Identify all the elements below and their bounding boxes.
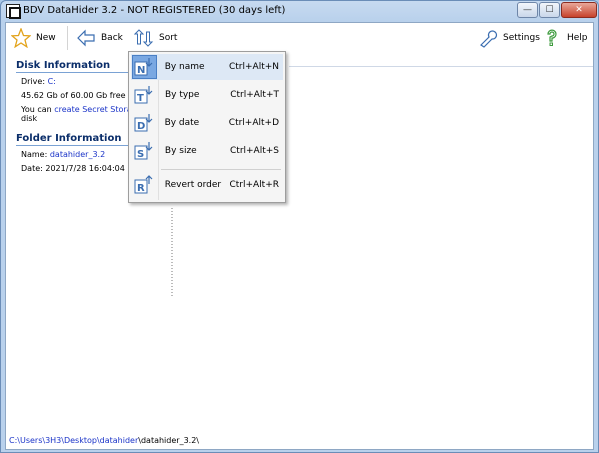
title-bar[interactable]: BDV DataHider 3.2 - NOT REGISTERED (30 d… <box>1 1 598 21</box>
sort-by-type-icon: T <box>132 83 157 107</box>
sort-menu: N By name Ctrl+Alt+N T By type Ctrl+Alt+… <box>128 51 286 203</box>
window-title: BDV DataHider 3.2 - NOT REGISTERED (30 d… <box>23 5 286 16</box>
menu-item-by-size[interactable]: S By size Ctrl+Alt+S <box>131 138 283 164</box>
settings-label: Settings <box>503 33 540 43</box>
svg-text:S: S <box>137 149 144 160</box>
app-logo-icon <box>6 4 21 19</box>
folder-name-link[interactable]: datahider_3.2 <box>50 150 105 159</box>
sort-by-name-icon: N <box>132 55 157 79</box>
toolbar-separator <box>67 26 68 50</box>
back-label: Back <box>101 33 123 43</box>
create-storage-row: You can create Secret Storage <box>21 105 142 114</box>
sort-by-date-icon: D <box>132 111 157 135</box>
svg-text:T: T <box>137 93 144 104</box>
back-button[interactable]: Back <box>76 26 123 50</box>
menu-label-by-type: By type <box>164 90 200 100</box>
sort-button[interactable]: Sort <box>134 26 177 50</box>
menu-shortcut-by-type: Ctrl+Alt+T <box>230 90 279 100</box>
help-button[interactable]: Help <box>542 26 588 50</box>
menu-shortcut-by-name: Ctrl+Alt+N <box>228 62 279 72</box>
help-label: Help <box>567 33 588 43</box>
folder-info-title: Folder Information <box>16 133 122 144</box>
menu-label-by-date: By date <box>164 118 200 128</box>
drive-link[interactable]: C: <box>48 77 56 86</box>
sort-by-size-icon: S <box>132 139 157 163</box>
folder-date-text: Date: 2021/7/28 16:04:04 <box>21 164 125 173</box>
menu-label-by-name: By name <box>164 62 205 72</box>
menu-label-by-size: By size <box>164 146 197 156</box>
status-path-tail: \datahider_3.2\ <box>138 436 199 445</box>
drive-row: Drive: C: <box>21 77 56 86</box>
status-path-link[interactable]: C:\Users\3H3\Desktop\datahider <box>9 436 138 445</box>
sort-icon <box>134 29 154 47</box>
menu-item-by-date[interactable]: D By date Ctrl+Alt+D <box>131 110 283 136</box>
create-storage-suffix: disk <box>21 114 38 123</box>
menu-item-by-type[interactable]: T By type Ctrl+Alt+T <box>131 82 283 108</box>
svg-text:N: N <box>137 65 145 76</box>
menu-shortcut-by-size: Ctrl+Alt+S <box>230 146 279 156</box>
wrench-icon <box>480 30 498 48</box>
toolbar: New Back Sort Settings Help <box>6 23 593 53</box>
question-mark-icon <box>547 29 557 46</box>
client-area: New Back Sort Settings Help Disk Informa… <box>5 22 594 450</box>
menu-separator <box>161 169 281 170</box>
sort-label: Sort <box>159 33 178 43</box>
free-space-text: 45.62 Gb of 60.00 Gb free <box>21 91 126 100</box>
menu-label-revert-order: Revert order <box>164 180 222 190</box>
menu-item-revert-order[interactable]: R Revert order Ctrl+Alt+R <box>131 172 283 198</box>
scroll-dots-decoration <box>171 208 173 298</box>
drive-prefix: Drive: <box>21 77 48 86</box>
star-new-icon <box>11 28 31 48</box>
disk-info-title: Disk Information <box>16 60 111 71</box>
menu-shortcut-by-date: Ctrl+Alt+D <box>228 118 279 128</box>
svg-text:R: R <box>137 183 145 194</box>
back-arrow-icon <box>77 29 95 47</box>
menu-item-by-name[interactable]: N By name Ctrl+Alt+N <box>131 54 283 80</box>
info-panel: Disk Information Drive: C: 45.62 Gb of 6… <box>6 55 593 435</box>
folder-name-prefix: Name: <box>21 150 50 159</box>
revert-order-icon: R <box>132 173 157 197</box>
maximize-button[interactable]: ☐ <box>539 2 560 18</box>
settings-button[interactable]: Settings <box>478 26 540 50</box>
status-bar: C:\Users\3H3\Desktop\datahider\datahider… <box>6 433 593 449</box>
close-button[interactable]: ✕ <box>561 2 597 18</box>
menu-shortcut-revert-order: Ctrl+Alt+R <box>229 180 279 190</box>
folder-name-row: Name: datahider_3.2 <box>21 150 105 159</box>
svg-text:D: D <box>137 121 145 132</box>
folder-info-underline <box>16 145 136 146</box>
new-button[interactable]: New <box>11 26 56 50</box>
app-window: BDV DataHider 3.2 - NOT REGISTERED (30 d… <box>0 0 599 453</box>
new-label: New <box>36 33 56 43</box>
minimize-button[interactable]: — <box>517 2 538 18</box>
create-prefix: You can <box>21 105 55 114</box>
disk-info-underline <box>16 72 136 73</box>
